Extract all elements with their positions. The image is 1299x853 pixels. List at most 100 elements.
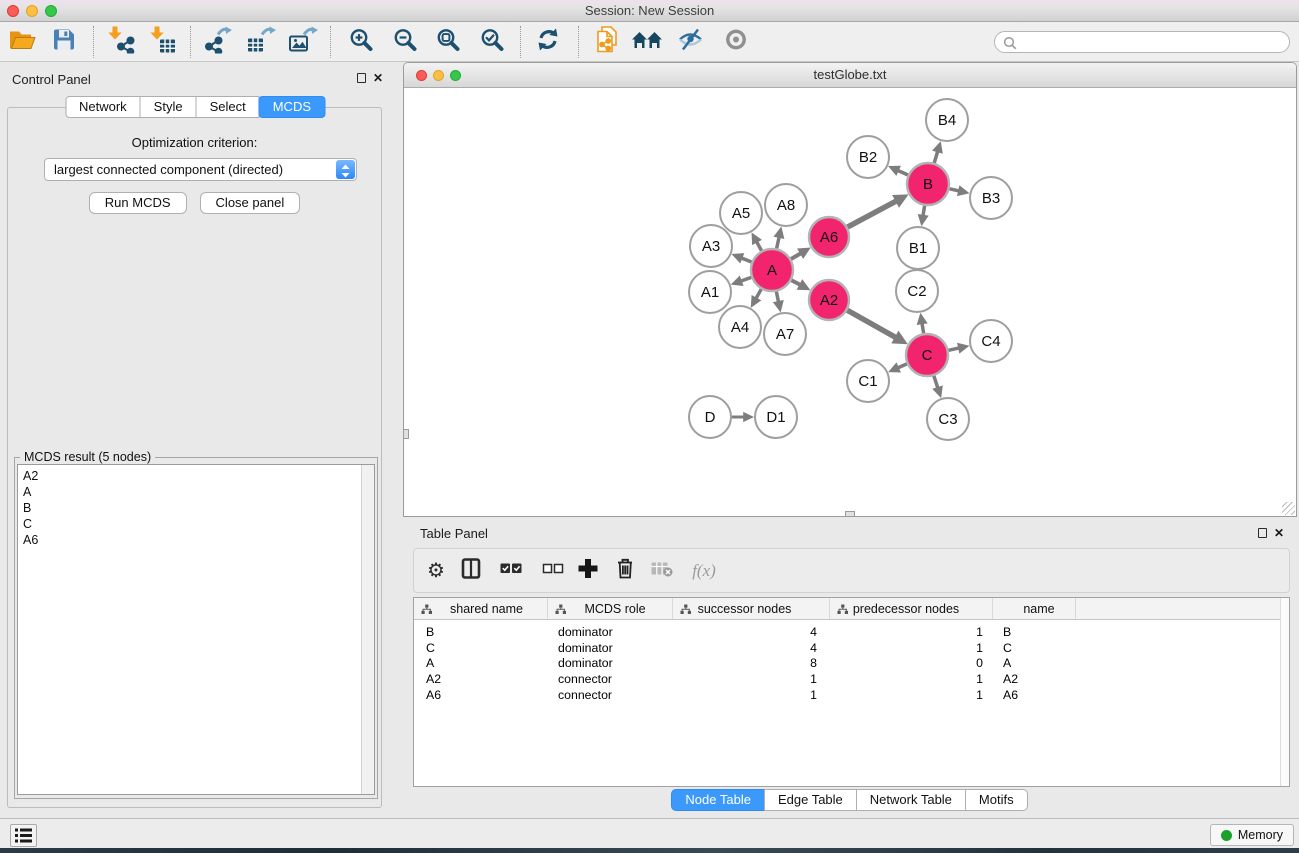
home-layout-icon[interactable]: [631, 27, 663, 56]
mcds-result-item[interactable]: C: [18, 516, 374, 532]
import-network-icon[interactable]: [105, 25, 135, 58]
save-session-icon[interactable]: [52, 27, 76, 56]
table-row[interactable]: Bdominator41B: [414, 624, 1289, 640]
import-table-icon[interactable]: [147, 25, 177, 58]
column-header-label: name: [1023, 602, 1054, 616]
mcds-result-item[interactable]: A6: [18, 532, 374, 548]
maximize-window-icon[interactable]: [45, 5, 57, 17]
network-view-window: testGlobe.txt AA1A2A3A4A5A6A7A8BB1B2B3B4…: [403, 62, 1297, 517]
task-history-button[interactable]: [10, 824, 37, 847]
deselect-columns-icon[interactable]: [543, 561, 564, 580]
table-cell-predecessor-nodes: 1: [830, 641, 993, 655]
graph-node-label: B: [923, 176, 933, 193]
delete-column-icon[interactable]: [614, 557, 637, 585]
edge-C-C4[interactable]: [948, 348, 959, 350]
close-table-panel-icon[interactable]: ✕: [1274, 527, 1284, 539]
edge-C-C3[interactable]: [934, 376, 938, 388]
column-header-predecessor-nodes[interactable]: predecessor nodes: [830, 598, 993, 619]
control-panel-title: Control Panel: [12, 72, 91, 87]
export-network-icon[interactable]: [203, 25, 233, 58]
minimize-window-icon[interactable]: [26, 5, 38, 17]
minimize-network-window-icon[interactable]: [433, 70, 444, 81]
table-tab-network-table[interactable]: Network Table: [856, 789, 966, 811]
edge-B-B1[interactable]: [923, 206, 925, 216]
mcds-result-item[interactable]: B: [18, 500, 374, 516]
table-cell-mcds-role: connector: [548, 672, 673, 686]
export-table-icon[interactable]: [246, 25, 276, 58]
column-header-mcds-role[interactable]: MCDS role: [548, 598, 673, 619]
table-row[interactable]: A6connector11A6: [414, 687, 1289, 703]
node-table[interactable]: shared nameMCDS rolesuccessor nodesprede…: [413, 597, 1290, 787]
edge-arrowhead: [932, 385, 943, 398]
edge-B-B4[interactable]: [934, 151, 937, 163]
edge-A-A1[interactable]: [741, 277, 752, 281]
table-row[interactable]: Adominator80A: [414, 655, 1289, 671]
column-header-shared-name[interactable]: shared name: [414, 598, 548, 619]
mcds-result-item[interactable]: A2: [18, 468, 374, 484]
mcds-result-list[interactable]: A2ABCA6: [17, 464, 375, 795]
network-window-titlebar[interactable]: testGlobe.txt: [404, 63, 1296, 88]
refresh-icon[interactable]: [535, 26, 562, 58]
maximize-network-window-icon[interactable]: [450, 70, 461, 81]
edge-C-C2[interactable]: [922, 323, 924, 333]
result-list-scrollbar[interactable]: [361, 465, 374, 794]
edge-A6-B[interactable]: [848, 201, 897, 227]
close-panel-button[interactable]: Close panel: [200, 192, 301, 214]
memory-button[interactable]: Memory: [1210, 824, 1294, 846]
window-resize-handle-bottom[interactable]: [845, 511, 855, 517]
table-cell-successor-nodes: 4: [673, 625, 830, 639]
edge-C-C1[interactable]: [898, 364, 907, 368]
run-mcds-button[interactable]: Run MCDS: [89, 192, 187, 214]
table-scrollbar[interactable]: [1280, 598, 1289, 786]
float-panel-icon[interactable]: [357, 73, 366, 83]
edge-A-A2[interactable]: [791, 280, 800, 285]
hide-selected-eye-icon[interactable]: [677, 26, 705, 57]
float-table-panel-icon[interactable]: [1258, 528, 1267, 538]
column-header-name[interactable]: name: [993, 598, 1076, 619]
window-resize-handle-left[interactable]: [403, 429, 409, 439]
tab-mcds[interactable]: MCDS: [259, 96, 325, 118]
export-image-icon[interactable]: [288, 25, 318, 58]
open-network-file-icon[interactable]: [593, 25, 621, 58]
close-panel-icon[interactable]: ✕: [373, 72, 383, 84]
tab-style[interactable]: Style: [140, 96, 197, 118]
tab-select[interactable]: Select: [196, 96, 260, 118]
column-layout-icon[interactable]: [462, 558, 481, 584]
add-column-icon[interactable]: [577, 557, 600, 585]
edge-A-A6[interactable]: [791, 253, 801, 259]
open-session-icon[interactable]: [8, 27, 36, 56]
zoom-selected-icon[interactable]: [479, 26, 505, 57]
gear-icon[interactable]: ⚙: [427, 561, 445, 581]
graph-node-label: D: [705, 409, 716, 426]
column-header-successor-nodes[interactable]: successor nodes: [673, 598, 830, 619]
edge-A-A3[interactable]: [741, 258, 751, 262]
table-row[interactable]: Cdominator41C: [414, 640, 1289, 656]
table-tab-edge-table[interactable]: Edge Table: [764, 789, 857, 811]
show-all-eye-icon[interactable]: [723, 26, 749, 57]
select-all-columns-icon[interactable]: [500, 561, 522, 581]
close-window-icon[interactable]: [7, 5, 19, 17]
edge-A-A5[interactable]: [757, 242, 762, 251]
search-input[interactable]: [1021, 33, 1281, 51]
edge-B-B2[interactable]: [898, 170, 908, 175]
optimization-criterion-dropdown[interactable]: largest connected component (directed): [44, 158, 357, 181]
mcds-result-item[interactable]: A: [18, 484, 374, 500]
table-cell-mcds-role: dominator: [548, 625, 673, 639]
zoom-out-icon[interactable]: [392, 26, 418, 57]
edge-B-B3[interactable]: [949, 189, 959, 191]
edge-A-A8[interactable]: [777, 237, 780, 249]
edge-A-A7[interactable]: [776, 292, 778, 302]
table-tab-node-table[interactable]: Node Table: [671, 789, 765, 811]
zoom-fit-icon[interactable]: [435, 26, 461, 57]
zoom-in-icon[interactable]: [348, 26, 374, 57]
tab-network[interactable]: Network: [65, 96, 141, 118]
edge-A-A4[interactable]: [756, 289, 761, 298]
edge-A2-C[interactable]: [847, 310, 895, 337]
table-row[interactable]: A2connector11A2: [414, 671, 1289, 687]
network-canvas[interactable]: AA1A2A3A4A5A6A7A8BB1B2B3B4CC1C2C3C4DD1: [404, 88, 1296, 516]
window-resize-grip[interactable]: [1282, 502, 1295, 515]
dropdown-stepper-icon[interactable]: [336, 160, 355, 179]
table-tab-motifs[interactable]: Motifs: [965, 789, 1028, 811]
close-network-window-icon[interactable]: [416, 70, 427, 81]
search-box[interactable]: [994, 31, 1290, 53]
